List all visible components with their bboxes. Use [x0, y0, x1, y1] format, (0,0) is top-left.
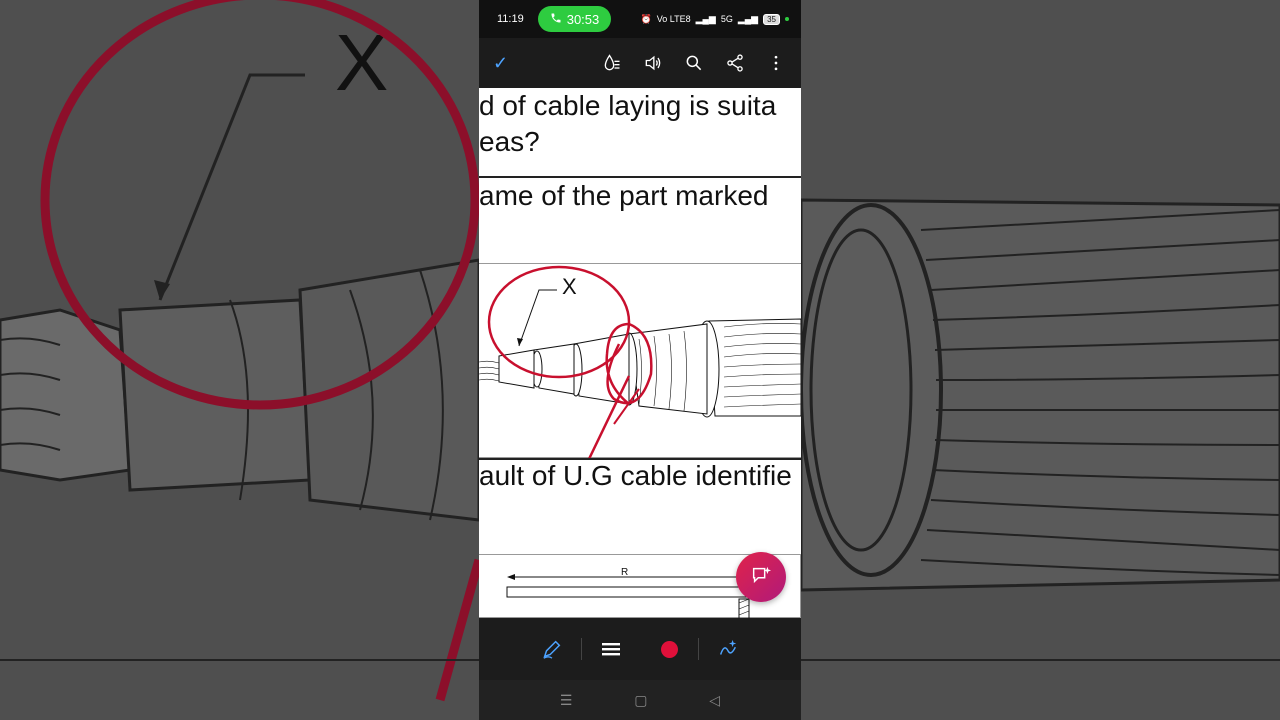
reading-mode-icon[interactable]	[601, 52, 623, 74]
figure-x-label: X	[562, 274, 577, 299]
status-bar: 11:19 30:53 ⏰ Vo LTE8 ▂▄▆ 5G ▂▄▆ 35	[479, 0, 801, 38]
share-icon[interactable]	[724, 52, 746, 74]
signal-icon-2: ▂▄▆	[737, 13, 759, 24]
stroke-width-icon[interactable]	[582, 629, 640, 669]
back-icon[interactable]: ◁	[709, 692, 720, 709]
more-icon[interactable]	[765, 52, 787, 74]
search-icon[interactable]	[683, 52, 705, 74]
figure-r-label: R	[621, 567, 628, 578]
phone-screen: 11:19 30:53 ⏰ Vo LTE8 ▂▄▆ 5G ▂▄▆ 35 ✓ d …	[479, 0, 801, 720]
recents-icon[interactable]: ☰	[560, 692, 573, 709]
speaker-icon[interactable]	[642, 52, 664, 74]
call-indicator[interactable]: 30:53	[537, 6, 612, 32]
ai-assist-button[interactable]	[736, 552, 786, 602]
home-icon[interactable]: ▢	[634, 692, 647, 709]
chat-sparkle-icon	[750, 564, 772, 591]
background-right	[801, 0, 1280, 720]
screen: X 11:19 30:53 ⏰ Vo LTE8 ▂▄▆ 5G ▂▄▆ 35 ✓ …	[0, 0, 1280, 720]
cable-figure: X	[479, 263, 801, 460]
network-5g-label: 5G	[720, 14, 733, 24]
signal-icon: ▂▄▆	[695, 13, 716, 24]
document-page[interactable]: d of cable laying is suita eas? ame of t…	[479, 88, 801, 618]
question-text: ame of the part marked	[479, 180, 769, 211]
status-icons: ⏰ Vo LTE8 ▂▄▆ 5G ▂▄▆ 35	[640, 13, 789, 25]
color-picker-button[interactable]	[640, 629, 698, 669]
battery-icon: 35	[763, 13, 780, 25]
question-text: eas?	[479, 126, 540, 157]
status-time: 11:19	[497, 13, 524, 25]
red-color-swatch	[660, 640, 678, 658]
check-icon[interactable]: ✓	[493, 53, 508, 74]
system-nav-bar: ☰ ▢ ◁	[479, 680, 801, 720]
question-text: ault of U.G cable identifie	[479, 460, 792, 491]
question-text: d of cable laying is suita	[479, 90, 777, 121]
network-label: Vo LTE8	[656, 14, 691, 24]
phone-icon	[550, 12, 562, 27]
call-timer: 30:53	[566, 11, 600, 27]
viewer-toolbar: ✓	[479, 38, 801, 88]
privacy-dot	[785, 17, 789, 21]
magic-eraser-icon[interactable]	[699, 629, 757, 669]
annotation-toolbar	[479, 618, 801, 680]
background-left: X	[0, 0, 479, 720]
pen-icon[interactable]	[523, 629, 581, 669]
divider	[479, 176, 801, 178]
alarm-icon: ⏰	[640, 13, 652, 24]
